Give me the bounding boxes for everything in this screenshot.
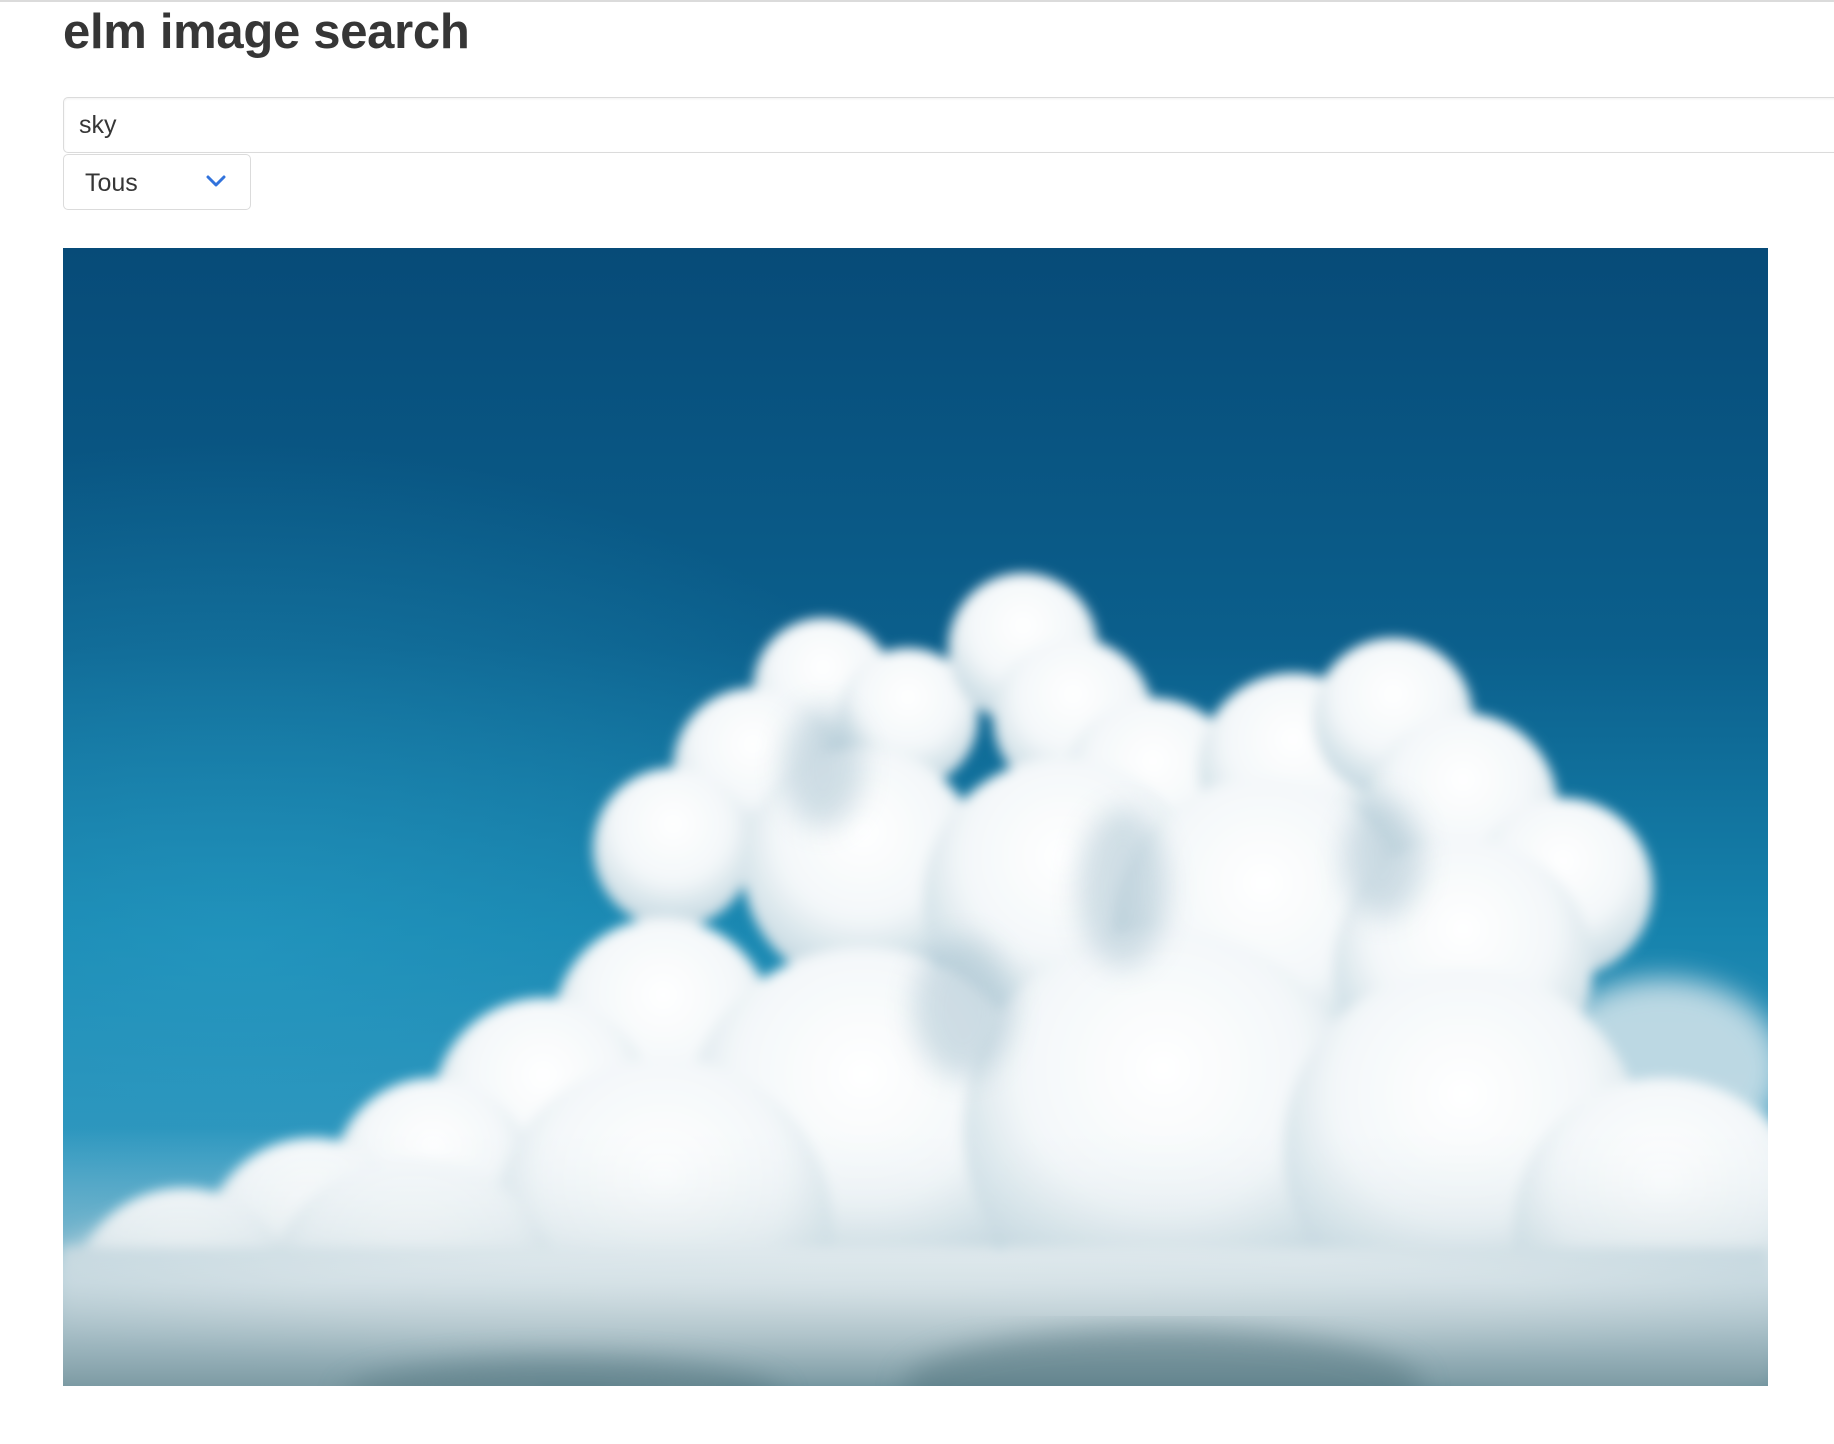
search-result-image[interactable] (63, 248, 1768, 1386)
filter-select-value: Tous (85, 169, 138, 197)
search-input[interactable] (63, 97, 1834, 153)
filter-select[interactable]: Tous (63, 154, 251, 210)
page-title: elm image search (63, 5, 470, 59)
chevron-down-icon (206, 174, 226, 188)
sky-clouds-photo (63, 248, 1768, 1386)
